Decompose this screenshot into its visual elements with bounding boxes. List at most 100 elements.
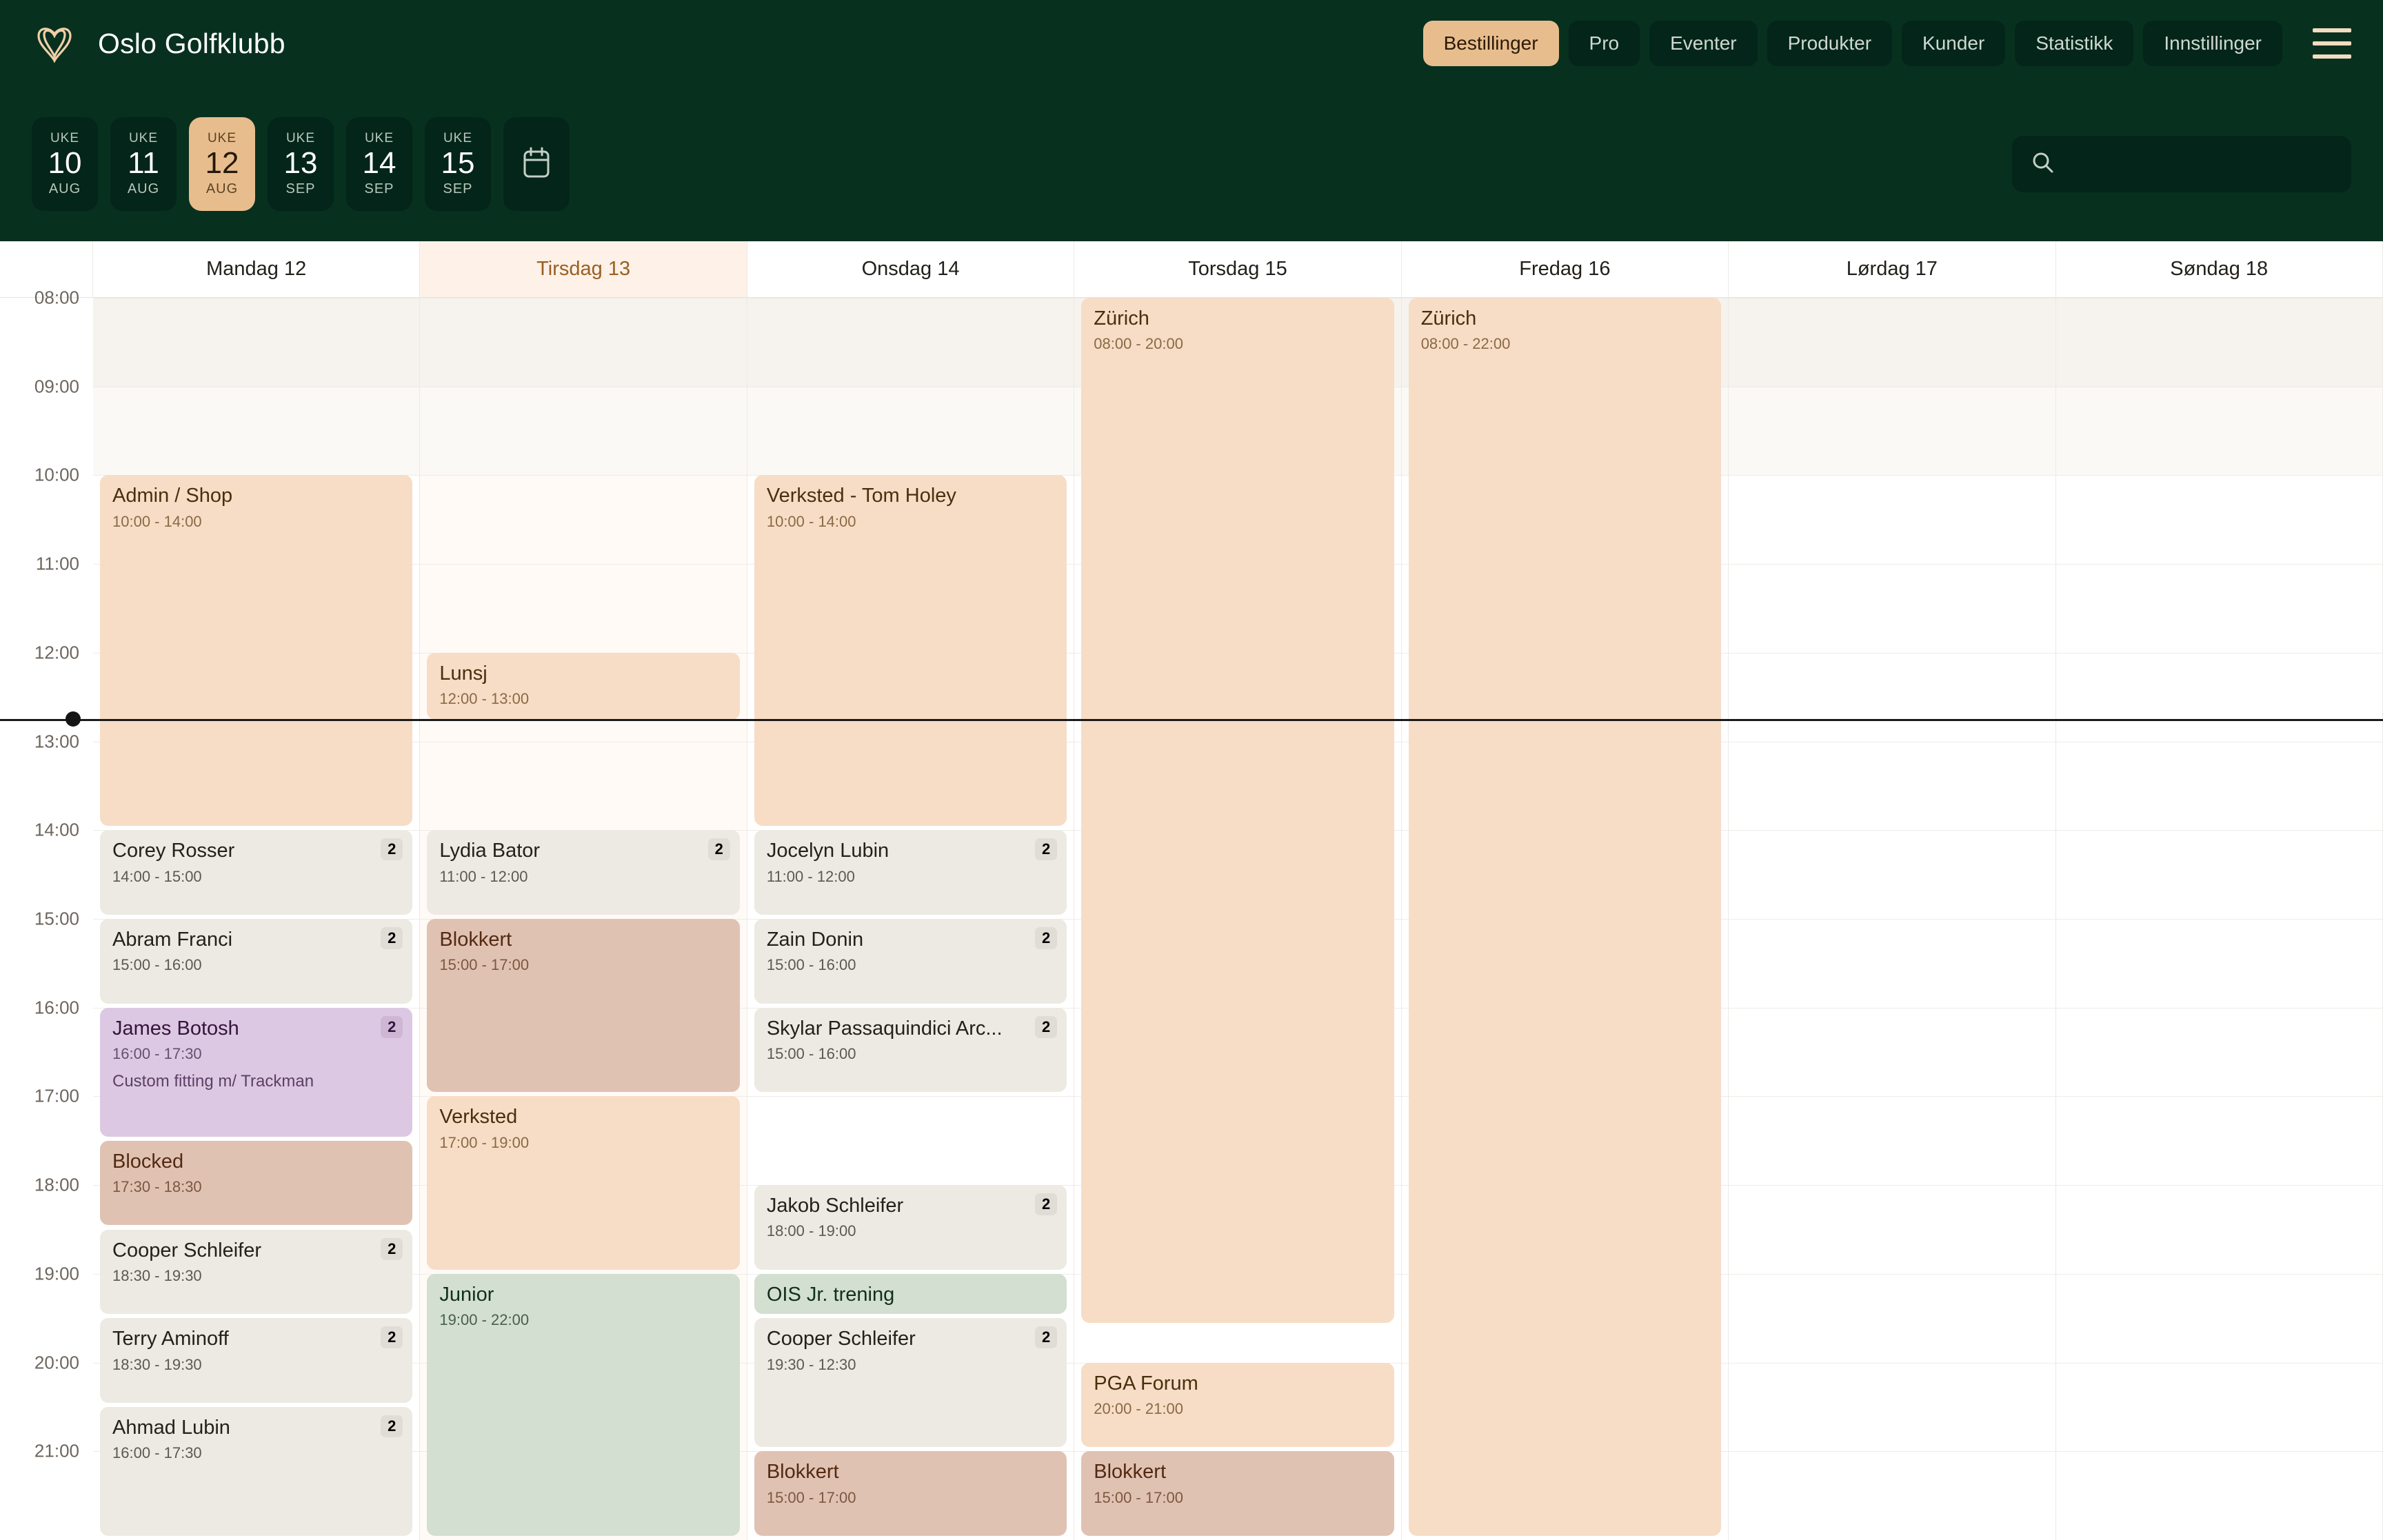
- current-time-dot: [66, 711, 81, 727]
- hour-gridline: [1729, 652, 2055, 654]
- week-tab-12[interactable]: UKE 12 AUG: [189, 117, 255, 211]
- time-label: 11:00: [35, 553, 79, 574]
- nav-item-pro[interactable]: Pro: [1568, 21, 1640, 66]
- event-time: 20:00 - 21:00: [1094, 1399, 1183, 1417]
- week-tab-month: SEP: [364, 181, 394, 196]
- calendar-event[interactable]: Zain Donin 15:00 - 16:00 2: [754, 919, 1067, 1004]
- calendar-event[interactable]: Lydia Bator 11:00 - 12:00 2: [427, 830, 740, 915]
- event-participant-count: 2: [1035, 1193, 1058, 1216]
- time-label: 08:00: [34, 287, 79, 308]
- calendar-event[interactable]: Verksted 17:00 - 19:00: [427, 1096, 740, 1270]
- event-title: Ahmad Lubin: [112, 1416, 230, 1439]
- hour-band: [2055, 386, 2382, 476]
- calendar-picker-button[interactable]: [503, 117, 570, 211]
- nav-item-bestillinger[interactable]: Bestillinger: [1422, 21, 1559, 66]
- calendar-event[interactable]: PGA Forum 20:00 - 21:00: [1081, 1362, 1394, 1448]
- hamburger-menu-icon[interactable]: [2313, 28, 2351, 59]
- calendar-event[interactable]: Abram Franci 15:00 - 16:00 2: [100, 919, 413, 1004]
- day-column[interactable]: Admin / Shop 10:00 - 14:00 Corey Rosser 14:…: [93, 298, 421, 1540]
- event-title: Blokkert: [1094, 1461, 1167, 1483]
- day-header-onsdag[interactable]: Onsdag 14: [747, 241, 1075, 297]
- day-column[interactable]: Verksted - Tom Holey 10:00 - 14:00 Jocelyn…: [747, 298, 1075, 1540]
- calendar-event[interactable]: Lunsj 12:00 - 13:00: [427, 652, 740, 720]
- calendar-icon: [521, 146, 552, 183]
- day-column[interactable]: Zürich 08:00 - 20:00 PGA Forum 20:00 - 21:0…: [1074, 298, 1402, 1540]
- event-title: Zürich: [1420, 307, 1477, 330]
- hour-gridline: [1729, 1273, 2055, 1275]
- day-header-tirsdag[interactable]: Tirsdag 13: [420, 241, 747, 297]
- day-column[interactable]: Lunsj 12:00 - 13:00 Lydia Bator 11:00 - 12:…: [420, 298, 747, 1540]
- day-header-torsdag[interactable]: Torsdag 15: [1074, 241, 1402, 297]
- calendar-event[interactable]: Zürich 08:00 - 20:00: [1081, 298, 1394, 1324]
- event-title: Admin / Shop: [112, 485, 233, 507]
- primary-nav: Bestillinger Pro Eventer Produkter Kunde…: [1422, 21, 2351, 66]
- event-time: 18:30 - 19:30: [112, 1266, 202, 1284]
- hour-gridline: [2055, 1007, 2382, 1009]
- week-tab-15[interactable]: UKE 15 SEP: [425, 117, 491, 211]
- week-tab-number: 12: [205, 146, 239, 181]
- calendar-event[interactable]: Cooper Schleifer 18:30 - 19:30 2: [100, 1229, 413, 1315]
- day-column[interactable]: [2055, 298, 2383, 1540]
- calendar-event[interactable]: Terry Aminoff 18:30 - 19:30 2: [100, 1318, 413, 1403]
- week-tab-14[interactable]: UKE 14 SEP: [346, 117, 412, 211]
- calendar-event[interactable]: Blokkert 15:00 - 17:00: [427, 919, 740, 1093]
- calendar-event[interactable]: Blokkert 15:00 - 17:00: [754, 1451, 1067, 1536]
- hour-gridline: [1729, 1185, 2055, 1186]
- nav-item-innstillinger[interactable]: Innstillinger: [2143, 21, 2282, 66]
- day-column[interactable]: [1729, 298, 2056, 1540]
- event-time: 17:00 - 19:00: [439, 1133, 530, 1151]
- week-tabs: UKE 10 AUG UKE 11 AUG UKE 12 AUG UKE 13 …: [32, 117, 570, 211]
- event-time: 08:00 - 20:00: [1094, 335, 1183, 353]
- nav-item-statistikk[interactable]: Statistikk: [2015, 21, 2134, 66]
- time-label: 20:00: [34, 1352, 79, 1373]
- hour-gridline: [1729, 830, 2055, 831]
- calendar-event[interactable]: Verksted - Tom Holey 10:00 - 14:00: [754, 475, 1067, 827]
- week-tab-13[interactable]: UKE 13 SEP: [268, 117, 334, 211]
- week-tab-11[interactable]: UKE 11 AUG: [110, 117, 177, 211]
- time-label: 12:00: [34, 642, 79, 663]
- calendar-event[interactable]: Admin / Shop 10:00 - 14:00: [100, 475, 413, 827]
- calendar-event[interactable]: Ahmad Lubin 16:00 - 17:30 2: [100, 1406, 413, 1536]
- hour-gridline: [747, 1096, 1074, 1097]
- day-header-sondag[interactable]: Søndag 18: [2056, 241, 2383, 297]
- event-title: James Botosh: [112, 1017, 239, 1040]
- brand: Oslo Golfklubb: [32, 21, 285, 66]
- week-tab-label: UKE: [285, 131, 316, 146]
- day-column[interactable]: Zürich 08:00 - 22:00: [1401, 298, 1729, 1540]
- event-time: 10:00 - 14:00: [766, 512, 856, 530]
- search-box[interactable]: [2012, 136, 2351, 192]
- event-title: Jakob Schleifer: [766, 1195, 904, 1217]
- week-tab-label: UKE: [207, 131, 237, 146]
- calendar-event[interactable]: Corey Rosser 14:00 - 15:00 2: [100, 830, 413, 915]
- time-label: 15:00: [34, 908, 79, 929]
- hour-band: [1729, 298, 2055, 387]
- hour-gridline: [420, 564, 747, 565]
- day-header-fredag[interactable]: Fredag 16: [1402, 241, 1729, 297]
- calendar-event[interactable]: Junior 19:00 - 22:00: [427, 1273, 740, 1536]
- event-participant-count: 2: [381, 838, 403, 861]
- calendar-event[interactable]: Cooper Schleifer 19:30 - 12:30 2: [754, 1318, 1067, 1448]
- nav-item-kunder[interactable]: Kunder: [1902, 21, 2006, 66]
- nav-item-eventer[interactable]: Eventer: [1649, 21, 1758, 66]
- time-label: 19:00: [34, 1263, 79, 1284]
- event-title: Abram Franci: [112, 929, 233, 951]
- calendar-event[interactable]: Skylar Passaquindici Arc... 15:00 - 16:00…: [754, 1007, 1067, 1093]
- calendar-event[interactable]: OIS Jr. trening: [754, 1273, 1067, 1315]
- event-title: Zürich: [1094, 307, 1149, 330]
- day-header-mandag[interactable]: Mandag 12: [93, 241, 421, 297]
- event-title: Cooper Schleifer: [112, 1239, 261, 1262]
- time-label: 18:00: [34, 1174, 79, 1195]
- nav-item-produkter[interactable]: Produkter: [1767, 21, 1893, 66]
- calendar-event[interactable]: Blokkert 15:00 - 17:00: [1081, 1451, 1394, 1536]
- day-header-lordag[interactable]: Lørdag 17: [1729, 241, 2056, 297]
- event-time: 11:00 - 12:00: [766, 867, 855, 885]
- event-title: Terry Aminoff: [112, 1328, 229, 1350]
- calendar-event[interactable]: Blocked 17:30 - 18:30: [100, 1140, 413, 1226]
- week-tab-10[interactable]: UKE 10 AUG: [32, 117, 98, 211]
- calendar-event[interactable]: Jakob Schleifer 18:00 - 19:00 2: [754, 1185, 1067, 1270]
- calendar-event[interactable]: Jocelyn Lubin 11:00 - 12:00 2: [754, 830, 1067, 915]
- calendar-event[interactable]: Zürich 08:00 - 22:00: [1408, 298, 1722, 1536]
- event-time: 19:30 - 12:30: [766, 1355, 856, 1373]
- search-input[interactable]: [2067, 153, 2332, 175]
- calendar-event[interactable]: James Botosh 16:00 - 17:30 Custom fitting …: [100, 1007, 413, 1137]
